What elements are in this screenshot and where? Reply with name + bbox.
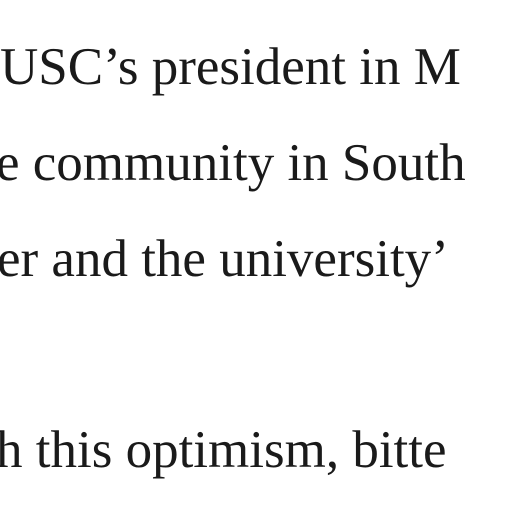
- text-line-3: er and the university’: [0, 230, 449, 288]
- article-body-crop: USC’s president in M e community in Sout…: [0, 0, 512, 512]
- text-line-2: e community in South: [0, 134, 466, 192]
- text-line-4: h this optimism, bitte: [0, 421, 447, 479]
- text-line-1: USC’s president in M: [0, 38, 461, 96]
